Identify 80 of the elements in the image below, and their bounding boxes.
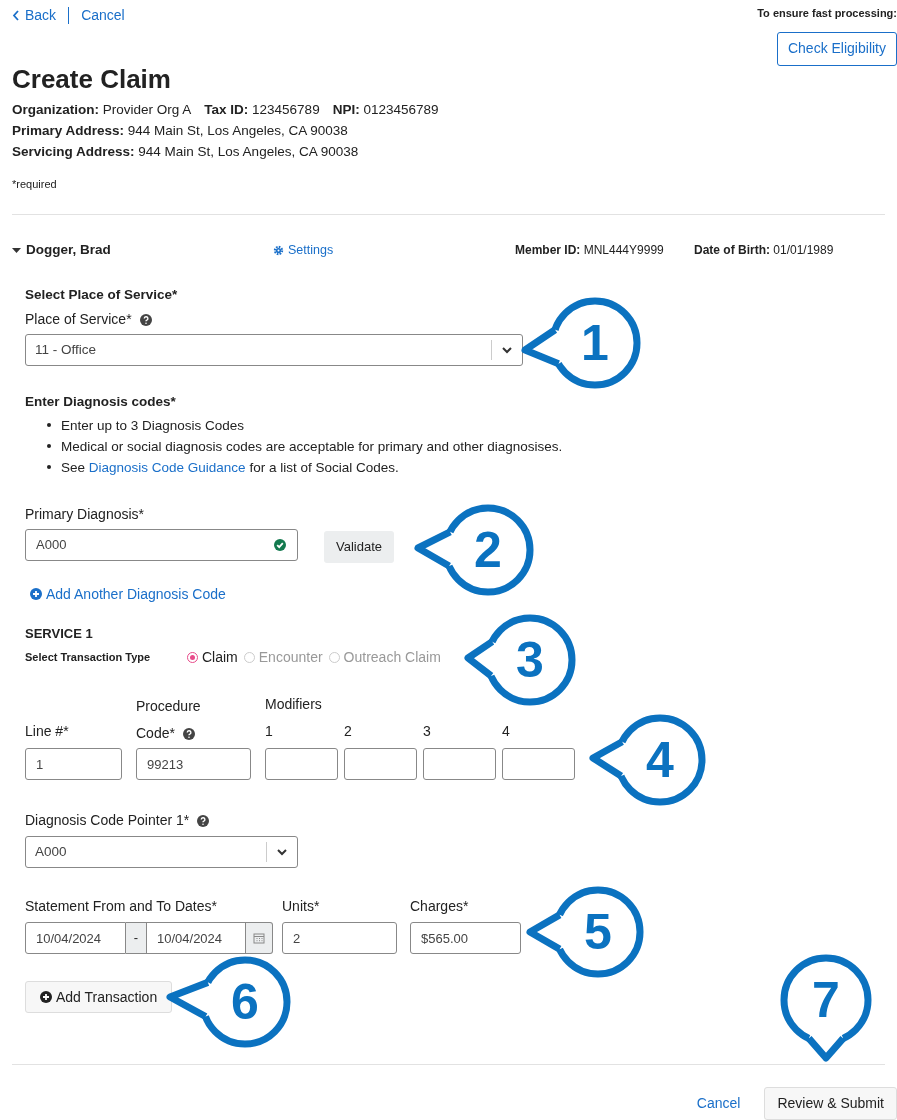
help-icon <box>139 313 152 326</box>
help-icon <box>197 814 210 827</box>
back-link[interactable]: Back <box>12 5 57 26</box>
bullet-text: Enter up to 3 Diagnosis Codes <box>61 416 245 435</box>
bullet-text: See Diagnosis Code Guidance for a list of Social Codes. <box>61 458 399 477</box>
callout-number: 7 <box>812 975 840 1025</box>
field-label: 1 <box>265 722 274 741</box>
page-title: Create Claim <box>12 62 172 96</box>
provider-detail: Primary Address: 944 Main St, Los Angeles, CA 90038 <box>12 121 348 140</box>
dropdown[interactable]: A000 <box>25 836 298 868</box>
patient-name[interactable]: Dogger, Brad <box>26 239 111 261</box>
gear-icon <box>273 244 284 256</box>
field-label: 3 <box>423 722 432 741</box>
required-note: *required <box>12 176 58 192</box>
calendar-icon <box>253 932 265 944</box>
input-field[interactable] <box>344 748 417 780</box>
input-field[interactable]: 99213 <box>136 748 251 780</box>
input-field[interactable] <box>265 748 338 780</box>
service-heading: SERVICE 1 <box>25 624 94 643</box>
field-label: Charges* <box>410 897 470 916</box>
section-heading: Select Place of Service* <box>25 286 179 304</box>
input-field[interactable]: 1 <box>25 748 122 780</box>
field-label: Line #* <box>25 722 70 741</box>
cancel-link[interactable]: Cancel <box>81 5 125 26</box>
guidance-link[interactable]: Diagnosis Code Guidance <box>88 459 246 475</box>
field-label: Modifiers <box>265 695 323 714</box>
callout-number: 3 <box>516 635 544 685</box>
field-label: Procedure <box>136 697 202 716</box>
radio-option: Outreach Claim <box>328 647 441 668</box>
plus-circle-icon <box>40 991 52 1003</box>
member-id: Member ID: MNL444Y9999 <box>515 242 665 259</box>
chevron-down-icon <box>501 346 513 355</box>
field-label: 4 <box>502 722 511 741</box>
radio-option: Encounter <box>243 647 323 668</box>
date-field[interactable]: 10/04/2024 <box>25 922 126 954</box>
input-field[interactable]: 2 <box>282 922 397 954</box>
callout-number: 5 <box>584 907 612 957</box>
callout-number: 2 <box>474 525 502 575</box>
check-eligibility-button[interactable]: Check Eligibility <box>776 31 897 66</box>
input-field[interactable] <box>423 748 496 780</box>
bullet-text: Medical or social diagnosis codes are acceptable for primary and other diagnosises. <box>61 437 563 456</box>
review-submit-button[interactable]: Review & Submit <box>764 1087 897 1120</box>
chevron-left-icon <box>12 10 19 21</box>
input-field[interactable] <box>502 748 575 780</box>
provider-detail: Organization: Provider Org A <box>12 100 192 119</box>
field-label: Units* <box>282 897 321 916</box>
bullet <box>47 444 51 448</box>
plus-circle-icon <box>30 588 42 600</box>
field-label: Place of Service* <box>25 310 132 330</box>
input-field[interactable]: A000 <box>25 528 298 561</box>
cancel-link[interactable]: Cancel <box>696 1093 741 1114</box>
field-label: Diagnosis Code Pointer 1* <box>25 811 190 830</box>
date-of-birth: Date of Birth: 01/01/1989 <box>694 242 834 259</box>
callout-number: 4 <box>646 735 674 785</box>
date-field[interactable]: 10/04/2024 <box>146 922 246 954</box>
date-separator: - <box>126 922 146 954</box>
bullet <box>47 423 51 427</box>
eligibility-hint: To ensure fast processing: <box>757 6 897 21</box>
field-label: Code* <box>136 724 175 743</box>
chevron-down-icon <box>276 848 288 856</box>
callout-number: 1 <box>581 318 609 368</box>
input-field[interactable]: $565.00 <box>410 922 521 954</box>
help-icon <box>182 727 195 740</box>
provider-detail: NPI: 0123456789 <box>332 100 439 119</box>
dropdown[interactable]: 11 - Office <box>25 334 523 367</box>
calendar-button[interactable] <box>246 922 273 954</box>
field-label: Primary Diagnosis* <box>25 504 146 524</box>
add-transaction-button[interactable]: Add Transaction <box>25 981 173 1013</box>
section-heading: Enter Diagnosis codes* <box>25 393 177 412</box>
field-label: 2 <box>344 722 353 741</box>
settings-link[interactable]: Settings <box>273 240 515 260</box>
validate-button[interactable]: Validate <box>324 530 394 563</box>
field-label: Statement From and To Dates* <box>25 897 218 916</box>
add-diagnosis-link[interactable]: Add Another Diagnosis Code <box>30 583 885 605</box>
field-label: Select Transaction Type <box>25 650 152 666</box>
callout-number: 6 <box>231 977 259 1027</box>
provider-detail: Servicing Address: 944 Main St, Los Angeles, CA 90038 <box>12 142 359 161</box>
radio-option[interactable]: Claim <box>187 647 238 668</box>
provider-detail: Tax ID: 123456789 <box>204 100 320 119</box>
bullet <box>47 465 51 469</box>
